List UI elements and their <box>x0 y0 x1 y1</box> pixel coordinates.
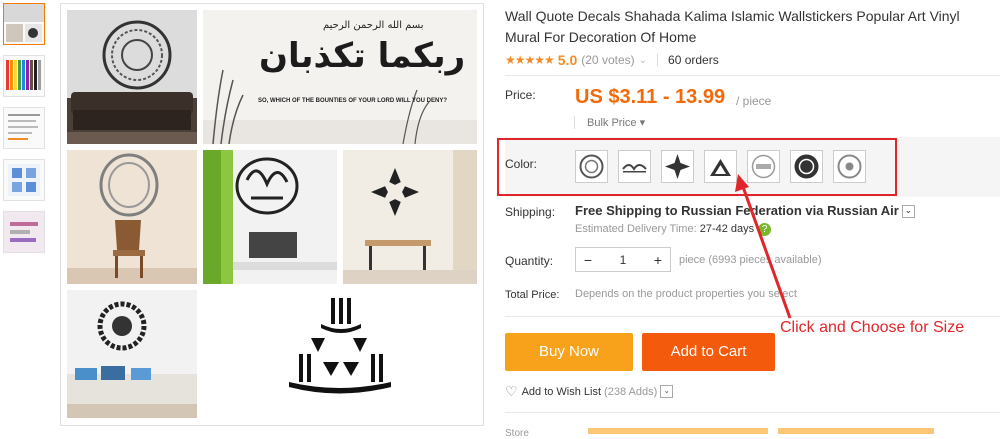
annotation-text: Click and Choose for Size <box>780 319 965 336</box>
annotation-arrow <box>588 174 934 434</box>
